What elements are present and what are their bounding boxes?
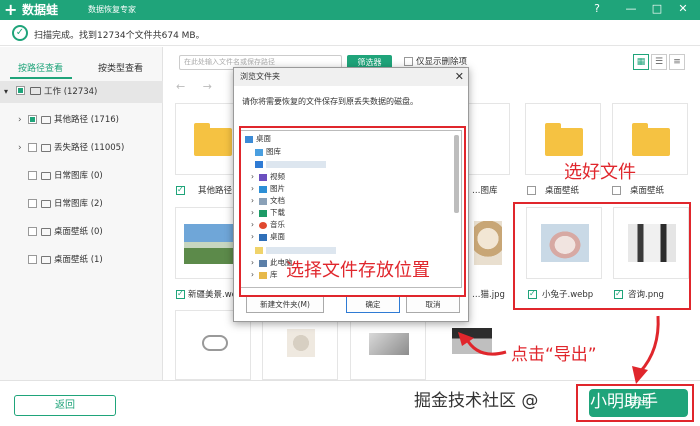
arrow-to-export bbox=[638, 315, 660, 374]
watermark-author: 小明助手 bbox=[590, 392, 658, 412]
annotation-arrows bbox=[458, 315, 660, 384]
watermark-text: 掘金技术社区 @ bbox=[414, 391, 539, 411]
arrow-to-dialog bbox=[464, 337, 507, 356]
arrow-head-down bbox=[632, 366, 648, 384]
